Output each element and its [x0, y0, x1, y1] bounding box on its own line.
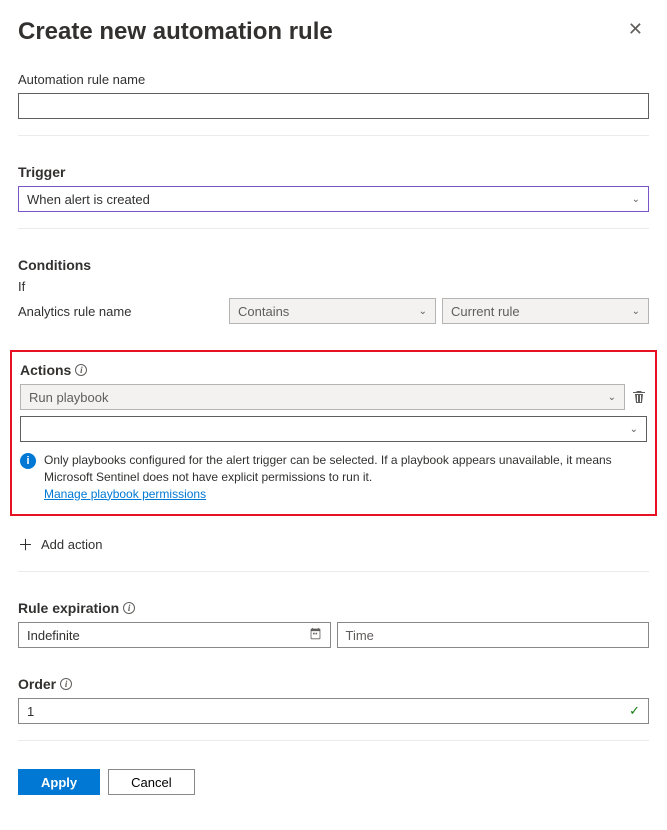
trigger-heading: Trigger [18, 164, 649, 180]
add-action-label: Add action [41, 537, 102, 552]
chevron-down-icon: ⌄ [608, 392, 616, 403]
conditions-if-label: If [18, 279, 649, 294]
order-heading: Order [18, 676, 56, 692]
checkmark-icon: ✓ [629, 703, 640, 719]
trigger-selected-value: When alert is created [27, 192, 150, 207]
add-action-button[interactable]: ＋ Add action [18, 534, 649, 555]
chevron-down-icon: ⌄ [632, 194, 640, 205]
playbook-select[interactable]: ⌄ [20, 416, 647, 442]
chevron-down-icon: ⌄ [632, 306, 640, 317]
condition-operator-value: Contains [238, 304, 289, 319]
expiration-heading: Rule expiration [18, 600, 119, 616]
close-icon[interactable]: ✕ [622, 18, 649, 40]
plus-icon: ＋ [18, 534, 33, 555]
actions-highlight: Actions i Run playbook ⌄ ⌄ i Only playbo… [10, 350, 657, 516]
actions-info-text: Only playbooks configured for the alert … [44, 452, 647, 502]
delete-icon[interactable] [631, 389, 647, 405]
page-title: Create new automation rule [18, 18, 333, 46]
condition-field-label: Analytics rule name [18, 304, 223, 319]
expiration-time-input[interactable]: Time [337, 622, 650, 648]
order-value: 1 [27, 704, 34, 719]
action-type-select[interactable]: Run playbook ⌄ [20, 384, 625, 410]
order-select[interactable]: 1 ✓ [18, 698, 649, 724]
actions-heading: Actions [20, 362, 71, 378]
expiration-date-value: Indefinite [27, 628, 80, 643]
info-icon[interactable]: i [123, 602, 135, 614]
conditions-heading: Conditions [18, 257, 649, 273]
apply-button[interactable]: Apply [18, 769, 100, 795]
condition-value-text: Current rule [451, 304, 520, 319]
manage-permissions-link[interactable]: Manage playbook permissions [44, 487, 206, 501]
cancel-button[interactable]: Cancel [108, 769, 194, 795]
action-type-value: Run playbook [29, 390, 109, 405]
info-icon: i [20, 453, 36, 469]
condition-operator-select[interactable]: Contains ⌄ [229, 298, 436, 324]
info-icon[interactable]: i [60, 678, 72, 690]
calendar-icon [309, 627, 322, 643]
trigger-select[interactable]: When alert is created ⌄ [18, 186, 649, 212]
rule-name-input[interactable] [18, 93, 649, 119]
rule-name-label: Automation rule name [18, 72, 649, 87]
expiration-date-input[interactable]: Indefinite [18, 622, 331, 648]
info-icon[interactable]: i [75, 364, 87, 376]
chevron-down-icon: ⌄ [419, 306, 427, 317]
chevron-down-icon: ⌄ [630, 424, 638, 435]
expiration-time-placeholder: Time [346, 628, 374, 643]
condition-value-select[interactable]: Current rule ⌄ [442, 298, 649, 324]
